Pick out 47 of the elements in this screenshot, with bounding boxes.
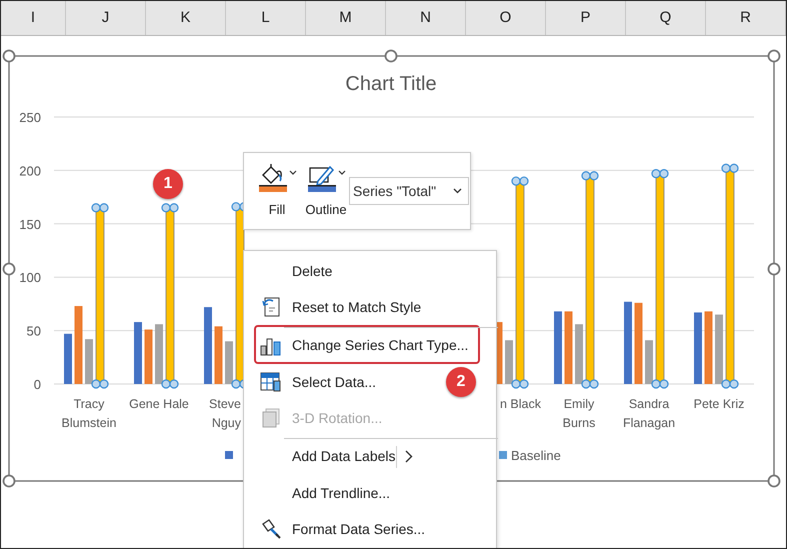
menu-item[interactable]: Reset to Match Style (254, 289, 430, 325)
paint-brush-icon (260, 518, 282, 540)
resize-handle[interactable] (768, 50, 780, 62)
axis-tick-label: 150 (19, 216, 41, 232)
category-label: Pete Kriz (694, 397, 744, 411)
axis-tick-label: 200 (19, 163, 41, 178)
axis-tick-label: 250 (19, 110, 41, 125)
column-header[interactable]: O (466, 1, 546, 35)
table-grid-icon (260, 372, 282, 392)
series-dropdown[interactable]: Series "Total" (349, 177, 469, 205)
legend-item[interactable]: Baseline (499, 448, 561, 463)
outline-button[interactable]: Outline (303, 163, 349, 220)
category-label: Gene Hale (129, 397, 189, 411)
column-header[interactable]: J (66, 1, 146, 35)
resize-handle[interactable] (384, 50, 398, 62)
category-label: Sandra Flanagan (622, 397, 676, 430)
menu-item[interactable]: Select Data... (254, 364, 384, 400)
resize-handle[interactable] (2, 474, 16, 488)
column-header[interactable]: Q (626, 1, 706, 35)
chart-title[interactable]: Chart Title (345, 73, 437, 95)
legend-marker[interactable] (225, 451, 233, 459)
category-label: Steve Nguy (209, 397, 241, 430)
menu-item[interactable]: Format Data Series... (254, 511, 434, 547)
category-label: Tracy Blumstein (62, 397, 116, 430)
axis-tick-label: 0 (34, 377, 41, 392)
category-label: n Black (500, 397, 541, 411)
column-header[interactable]: L (226, 1, 306, 35)
caret-icon (453, 188, 462, 194)
resize-handle[interactable] (2, 50, 16, 62)
axis-tick-label: 50 (26, 324, 41, 339)
column-header[interactable]: M (306, 1, 386, 35)
menu-item[interactable]: Add Trendline... (254, 475, 398, 511)
menu-item[interactable]: Delete (254, 253, 340, 289)
column-header[interactable]: K (146, 1, 226, 35)
resize-handle[interactable] (768, 262, 780, 276)
column-header[interactable]: I (1, 1, 66, 35)
cube-icon (261, 407, 281, 429)
fill-button[interactable]: Fill (254, 163, 300, 220)
resize-handle[interactable] (768, 474, 780, 488)
column-header[interactable]: P (546, 1, 626, 35)
reset-icon (261, 296, 281, 318)
bar-chart-icon (260, 336, 282, 356)
column-header[interactable]: N (386, 1, 466, 35)
column-header[interactable]: R (706, 1, 786, 35)
axis-tick-label: 100 (19, 270, 41, 286)
category-label: Emily Burns (562, 397, 596, 430)
resize-handle[interactable] (2, 262, 16, 276)
